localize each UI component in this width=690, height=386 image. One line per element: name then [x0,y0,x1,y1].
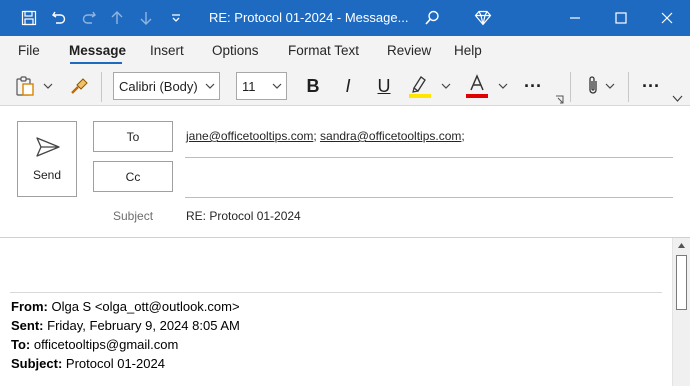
cc-button[interactable]: Cc [93,161,173,192]
ribbon-separator [628,72,629,102]
font-size-value: 11 [242,78,256,94]
subject-field[interactable]: RE: Protocol 01-2024 [186,209,301,223]
highlight-icon[interactable] [407,73,433,99]
italic-button[interactable]: I [337,73,359,99]
quoted-to-label: To: [11,337,31,352]
highlight-dropdown-icon[interactable] [440,80,452,92]
to-field[interactable]: jane@officetooltips.com; sandra@officeto… [186,129,465,143]
quote-separator [10,292,662,293]
ribbon-tabs: File Message Insert Options Format Text … [0,36,690,66]
to-button[interactable]: To [93,121,173,152]
arrow-down-icon[interactable] [133,6,159,30]
underline-button[interactable]: U [373,73,395,99]
tab-insert[interactable]: Insert [150,43,184,58]
tab-message[interactable]: Message [69,43,126,58]
send-button[interactable]: Send [17,121,77,197]
undo-icon[interactable] [46,6,72,30]
minimize-button[interactable] [552,0,598,36]
attach-dropdown-icon[interactable] [604,80,616,92]
quoted-from-label: From: [11,299,48,314]
quoted-sent-value: Friday, February 9, 2024 8:05 AM [47,318,240,333]
arrow-up-icon[interactable] [104,6,130,30]
quoted-from: From: Olga S <olga_ott@outlook.com> [11,299,240,314]
quoted-subject-value: Protocol 01-2024 [65,356,165,371]
bold-button[interactable]: B [302,73,324,99]
font-name-combo[interactable]: Calibri (Body) [113,72,220,100]
search-icon[interactable] [419,6,445,30]
tab-help[interactable]: Help [454,43,482,58]
diamond-icon[interactable] [470,6,496,30]
dialog-launcher-icon[interactable] [554,94,564,104]
cc-field-underline [185,197,673,198]
send-icon [36,137,60,157]
quoted-to: To: officetooltips@gmail.com [11,337,178,352]
ribbon-separator [101,72,102,102]
paste-dropdown-icon[interactable] [42,80,54,92]
tab-review[interactable]: Review [387,43,431,58]
close-button[interactable] [644,0,690,36]
chevron-down-icon [205,83,215,89]
quoted-from-value: Olga S <olga_ott@outlook.com> [51,299,240,314]
recipient-chip[interactable]: jane@officetooltips.com [186,129,313,143]
subject-label: Subject [113,209,154,223]
recipient-chip[interactable]: sandra@officetooltips.com [320,129,461,143]
format-painter-icon[interactable] [67,74,91,98]
quoted-to-value: officetooltips@gmail.com [33,337,179,352]
attach-file-icon[interactable] [583,73,603,99]
window-title: RE: Protocol 01-2024 - Message... [209,10,409,25]
cc-field[interactable] [185,164,673,194]
to-field-underline [185,157,673,158]
ribbon-separator [570,72,571,102]
font-size-combo[interactable]: 11 [236,72,287,100]
font-color-icon[interactable] [464,73,490,99]
quoted-subject: Subject: Protocol 01-2024 [11,356,165,371]
active-tab-indicator [70,62,122,64]
more-commands-button[interactable]: ··· [638,73,664,99]
scroll-up-icon[interactable] [677,242,686,249]
font-color-dropdown-icon[interactable] [497,80,509,92]
ribbon: Calibri (Body) 11 B I U ··· ··· [0,66,690,106]
quoted-sent: Sent: Friday, February 9, 2024 8:05 AM [11,318,240,333]
expand-ribbon-icon[interactable] [670,92,684,104]
redo-icon[interactable] [76,6,102,30]
maximize-button[interactable] [598,0,644,36]
paste-icon[interactable] [12,74,38,98]
tab-options[interactable]: Options [212,43,259,58]
vertical-scrollbar[interactable] [672,238,690,386]
quoted-sent-label: Sent: [11,318,44,333]
customize-toolbar-icon[interactable] [163,6,189,30]
save-icon[interactable] [16,6,42,30]
scroll-thumb[interactable] [676,255,687,310]
chevron-down-icon [272,83,282,89]
font-name-value: Calibri (Body) [119,78,198,94]
tab-format-text[interactable]: Format Text [288,43,359,58]
more-font-options-button[interactable]: ··· [520,73,546,99]
tab-file[interactable]: File [18,43,40,58]
title-bar: RE: Protocol 01-2024 - Message... [0,0,690,36]
quoted-subject-label: Subject: [11,356,63,371]
send-label: Send [32,168,62,182]
